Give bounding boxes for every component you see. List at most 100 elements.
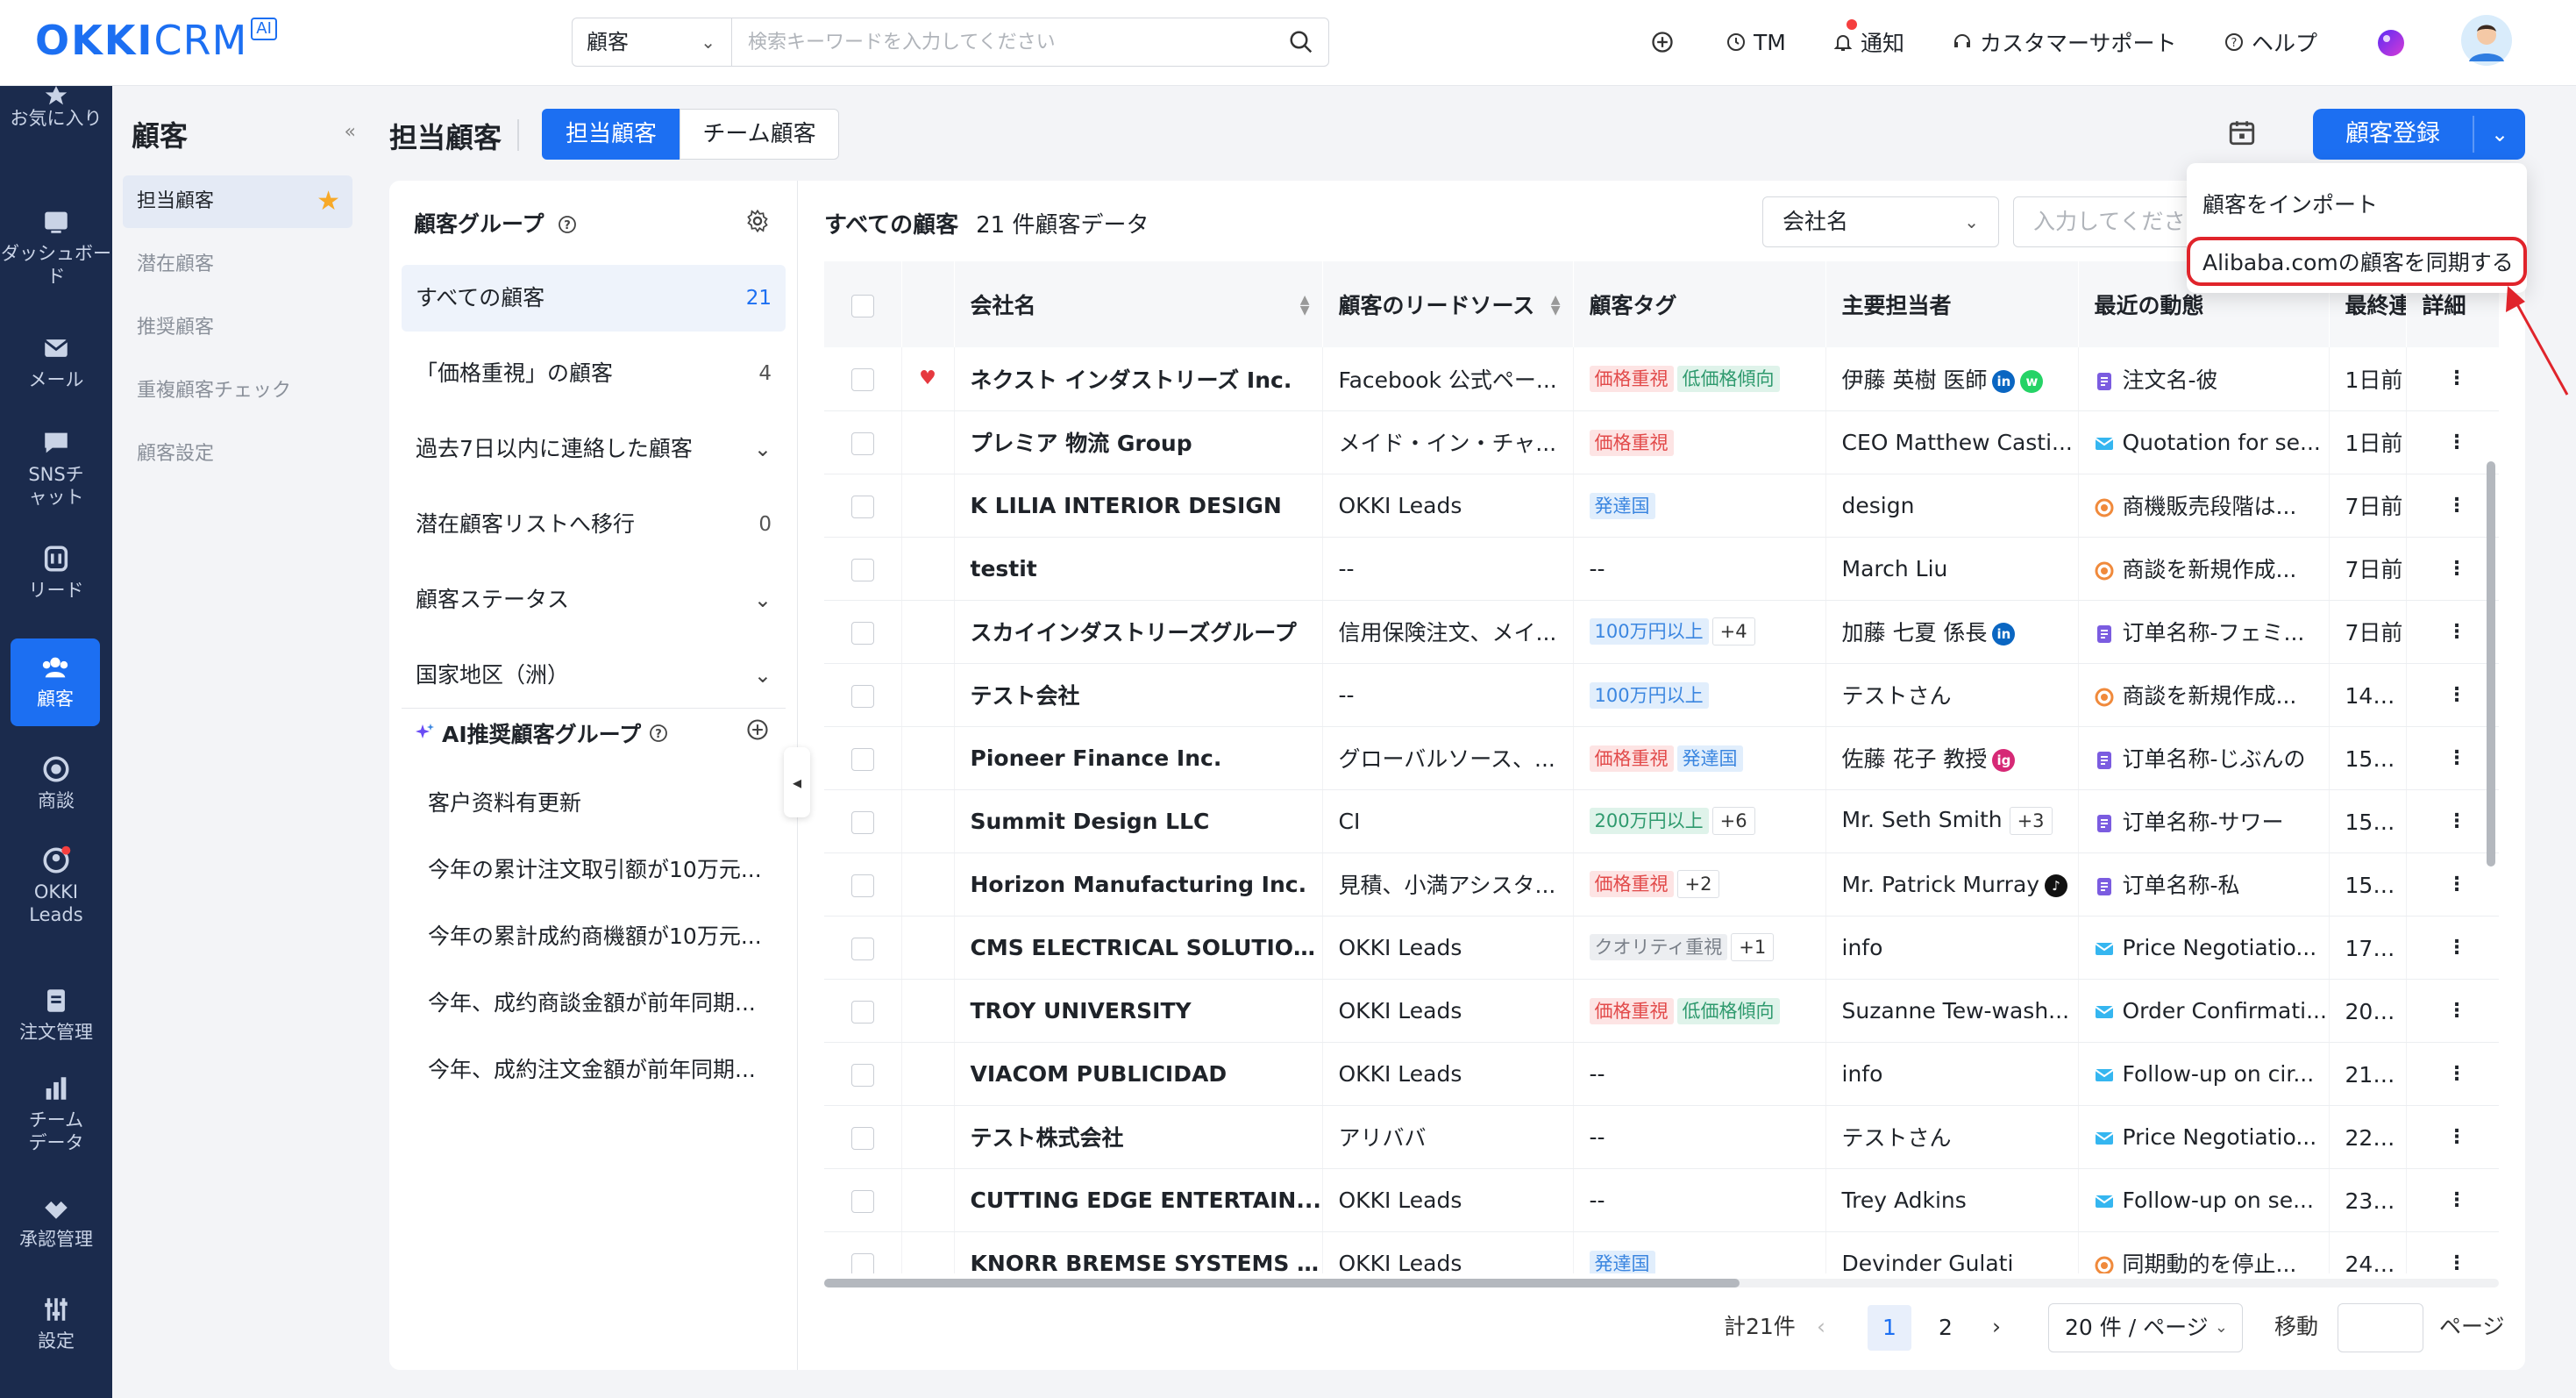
table-row[interactable]: TROY UNIVERSITY OKKI Leads 価格重視 低価格傾向 Suzann…	[824, 979, 2499, 1043]
sub-item-duplicate-check[interactable]: 重複顧客チェック	[123, 365, 352, 417]
sort-icon[interactable]: ▲ ▼	[1300, 294, 1310, 317]
row-checkbox[interactable]	[824, 1231, 902, 1273]
nav-team-data[interactable]: チームデータ	[0, 1073, 112, 1154]
ai-group-item[interactable]: 今年の累计注文取引额が10万元...	[428, 852, 762, 884]
group-contacted-7days[interactable]: 過去7日以内に連絡した顧客 ⌄	[402, 416, 786, 482]
company-name-link[interactable]: Summit Design LLC	[954, 789, 1323, 853]
recent-activity-cell[interactable]: Order Confirmati...	[2078, 979, 2330, 1043]
company-name-link[interactable]: テスト株式会社	[954, 1105, 1323, 1169]
favorite-heart-icon[interactable]	[901, 600, 955, 664]
prev-page-icon[interactable]: ‹	[1817, 1302, 1825, 1352]
row-checkbox[interactable]	[824, 726, 902, 790]
row-more-actions-icon[interactable]: ⋮	[2406, 410, 2499, 474]
page-size-select[interactable]: 20 件 / ページ ⌄	[2048, 1303, 2243, 1352]
row-more-actions-icon[interactable]: ⋮	[2406, 474, 2499, 538]
row-checkbox[interactable]	[824, 474, 902, 538]
tab-team-customers[interactable]: チーム顧客	[680, 109, 839, 160]
jump-page-input[interactable]	[2338, 1303, 2423, 1352]
nav-okki-leads[interactable]: OKKI Leads	[0, 845, 112, 926]
social-profile-icon[interactable]: in	[1992, 623, 2016, 646]
row-checkbox[interactable]	[824, 1105, 902, 1169]
row-checkbox[interactable]	[824, 600, 902, 664]
row-checkbox[interactable]	[824, 789, 902, 853]
recent-activity-cell[interactable]: 商談を新規作成...	[2078, 663, 2330, 727]
collapse-icon[interactable]: «	[345, 121, 356, 143]
favorite-heart-icon[interactable]: ♥	[901, 347, 955, 411]
recent-activity-cell[interactable]: 订单名称-私	[2078, 852, 2330, 917]
favorite-heart-icon[interactable]	[901, 537, 955, 601]
row-more-actions-icon[interactable]: ⋮	[2406, 537, 2499, 601]
row-more-actions-icon[interactable]: ⋮	[2406, 1231, 2499, 1273]
table-row[interactable]: スカイインダストリーズグループ 信用保険注文、メイ... 100万円以上 +4 加藤 七…	[824, 600, 2499, 664]
recent-activity-cell[interactable]: Quotation for se...	[2078, 410, 2330, 474]
recent-activity-cell[interactable]: Price Negotiatio...	[2078, 916, 2330, 980]
table-row[interactable]: CUTTING EDGE ENTERTAIN... OKKI Leads -- Tre…	[824, 1168, 2499, 1232]
recent-activity-cell[interactable]: 商機販売段階は...	[2078, 474, 2330, 538]
select-all-checkbox[interactable]	[824, 261, 902, 347]
more-tags-badge[interactable]: +4	[1711, 617, 1755, 646]
company-name-link[interactable]: Pioneer Finance Inc.	[954, 726, 1323, 790]
nav-leads[interactable]: リード	[0, 544, 112, 602]
more-tags-badge[interactable]: +2	[1676, 870, 1720, 898]
search-input[interactable]	[748, 18, 1265, 66]
row-checkbox[interactable]	[824, 347, 902, 411]
filter-field-select[interactable]: 会社名 ⌄	[1762, 196, 1999, 247]
add-group-icon[interactable]	[745, 717, 770, 742]
sub-item-my-customers[interactable]: 担当顧客 ★	[123, 175, 352, 228]
column-company[interactable]: 会社名 ▲ ▼	[954, 261, 1323, 347]
ai-group-item[interactable]: 客户资料有更新	[428, 786, 581, 817]
row-checkbox[interactable]	[824, 1042, 902, 1106]
help-button[interactable]: ? ヘルプ	[2224, 25, 2317, 60]
recent-activity-cell[interactable]: 订单名称-フェミ...	[2078, 600, 2330, 664]
table-row[interactable]: テスト株式会社 アリババ -- テストさん Price Negotiatio... 22日…	[824, 1105, 2499, 1169]
row-checkbox[interactable]	[824, 916, 902, 980]
row-more-actions-icon[interactable]: ⋮	[2406, 600, 2499, 664]
tab-my-customers[interactable]: 担当顧客	[542, 109, 680, 160]
recent-activity-cell[interactable]: 注文名-彼	[2078, 347, 2330, 411]
nav-approval[interactable]: 承認管理	[0, 1193, 112, 1251]
more-tags-badge[interactable]: +1	[1731, 933, 1775, 961]
company-name-link[interactable]: testit	[954, 537, 1323, 601]
row-more-actions-icon[interactable]: ⋮	[2406, 347, 2499, 411]
okki-crm-logo[interactable]: OKKI CRM AI	[35, 16, 277, 65]
social-profile-icon[interactable]: in	[1992, 369, 2016, 393]
row-more-actions-icon[interactable]: ⋮	[2406, 1168, 2499, 1232]
horizontal-scrollbar[interactable]	[824, 1279, 2499, 1287]
table-row[interactable]: ♥ ネクスト インダストリーズ Inc. Facebook 公式ペー... 価格重視低…	[824, 347, 2499, 411]
sub-item-recommended-customers[interactable]: 推奨顧客	[123, 302, 352, 354]
table-row[interactable]: プレミア 物流 Group メイド・イン・チャ... 価格重視 CEO Matthew…	[824, 410, 2499, 474]
group-price-focused[interactable]: 「価格重視」の顧客 4	[402, 340, 786, 407]
nav-orders[interactable]: 注文管理	[0, 986, 112, 1044]
register-customer-button[interactable]: 顧客登録 ⌄	[2313, 109, 2525, 160]
row-checkbox[interactable]	[824, 537, 902, 601]
add-button[interactable]	[1650, 25, 1675, 60]
favorite-heart-icon[interactable]	[901, 663, 955, 727]
table-row[interactable]: Pioneer Finance Inc. グローバルソース、... 価格重視 発達国佐…	[824, 726, 2499, 790]
favorite-heart-icon[interactable]	[901, 1231, 955, 1273]
more-contacts-badge[interactable]: +3	[2009, 807, 2053, 835]
table-row[interactable]: CMS ELECTRICAL SOLUTIONS OKKI Leads クオリティ重…	[824, 916, 2499, 980]
favorite-heart-icon[interactable]	[901, 726, 955, 790]
company-name-link[interactable]: VIACOM PUBLICIDAD	[954, 1042, 1323, 1106]
company-name-link[interactable]: KNORR BREMSE SYSTEMS F...	[954, 1231, 1323, 1273]
group-customer-status[interactable]: 顧客ステータス ⌄	[402, 567, 786, 633]
sort-icon[interactable]: ▲ ▼	[1551, 294, 1561, 317]
row-checkbox[interactable]	[824, 1168, 902, 1232]
favorite-heart-icon[interactable]	[901, 410, 955, 474]
user-avatar[interactable]	[2460, 14, 2513, 67]
row-checkbox[interactable]	[824, 852, 902, 917]
row-more-actions-icon[interactable]: ⋮	[2406, 852, 2499, 917]
company-name-link[interactable]: プレミア 物流 Group	[954, 410, 1323, 474]
sub-item-potential-customers[interactable]: 潜在顧客	[123, 239, 352, 291]
company-name-link[interactable]: CMS ELECTRICAL SOLUTIONS	[954, 916, 1323, 980]
search-scope-select[interactable]: 顧客 ⌄	[573, 18, 732, 66]
favorite-heart-icon[interactable]	[901, 1105, 955, 1169]
recent-activity-cell[interactable]: 同期動的を停止...	[2078, 1231, 2330, 1273]
ai-group-item[interactable]: 今年、成約注文金額が前年同期...	[428, 1052, 756, 1084]
row-more-actions-icon[interactable]: ⋮	[2406, 726, 2499, 790]
page-2-button[interactable]: 2	[1924, 1305, 1968, 1351]
company-name-link[interactable]: スカイインダストリーズグループ	[954, 600, 1323, 664]
favorite-heart-icon[interactable]	[901, 1042, 955, 1106]
favorite-heart-icon[interactable]	[901, 474, 955, 538]
vertical-scrollbar[interactable]	[2487, 461, 2495, 1251]
